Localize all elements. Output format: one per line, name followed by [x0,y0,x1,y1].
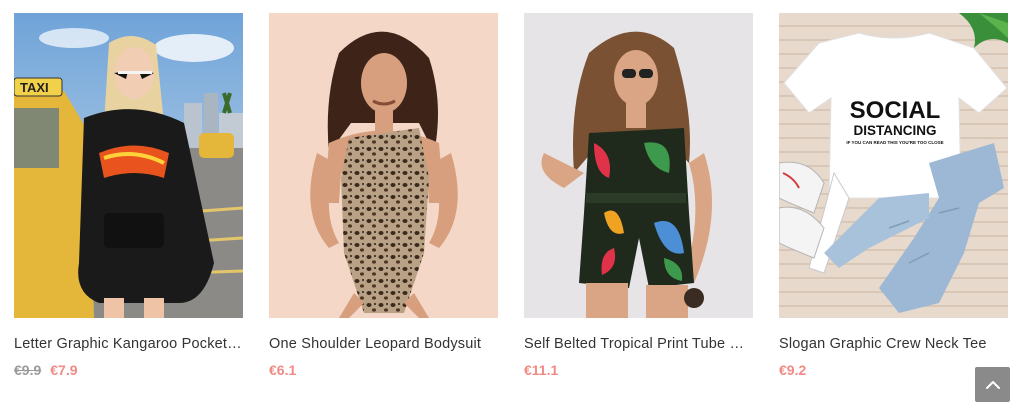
product-title[interactable]: Self Belted Tropical Print Tube Ro... [524,335,753,353]
product-card[interactable]: Self Belted Tropical Print Tube Ro... €1… [524,13,753,379]
taxi-sign-text: TAXI [20,80,49,95]
product-sale-price: €7.9 [50,362,78,378]
product-image-tee[interactable]: SOCIAL DISTANCING IF YOU CAN READ THIS Y… [779,13,1008,318]
shirt-text-tagline: IF YOU CAN READ THIS YOU'RE TOO CLOSE [846,140,943,145]
product-title[interactable]: Letter Graphic Kangaroo Pocket ... [14,335,243,353]
product-price-row: €6.1 [269,361,498,379]
product-title[interactable]: One Shoulder Leopard Bodysuit [269,335,498,353]
product-sale-price: €11.1 [524,362,559,378]
product-card[interactable]: SOCIAL DISTANCING IF YOU CAN READ THIS Y… [779,13,1008,379]
product-image-romper[interactable] [524,13,753,318]
product-image-bodysuit[interactable] [269,13,498,318]
product-price-row: €9.9 €7.9 [14,361,243,379]
chevron-up-icon [985,380,1000,389]
product-image-hoodie[interactable]: TAXI [14,13,243,318]
back-to-top-button[interactable] [975,367,1010,402]
product-grid: TAXI Letter Graphic Kangaroo Pocket ... … [14,13,1010,379]
product-title[interactable]: Slogan Graphic Crew Neck Tee [779,335,1008,353]
product-price-row: €9.2 [779,361,1008,379]
product-card[interactable]: One Shoulder Leopard Bodysuit €6.1 [269,13,498,379]
product-original-price: €9.9 [14,362,42,378]
product-sale-price: €9.2 [779,362,807,378]
shirt-text-social: SOCIAL [850,97,941,124]
product-sale-price: €6.1 [269,362,297,378]
product-price-row: €11.1 [524,361,753,379]
shirt-text-distancing: DISTANCING [854,123,937,138]
product-card[interactable]: TAXI Letter Graphic Kangaroo Pocket ... … [14,13,243,379]
